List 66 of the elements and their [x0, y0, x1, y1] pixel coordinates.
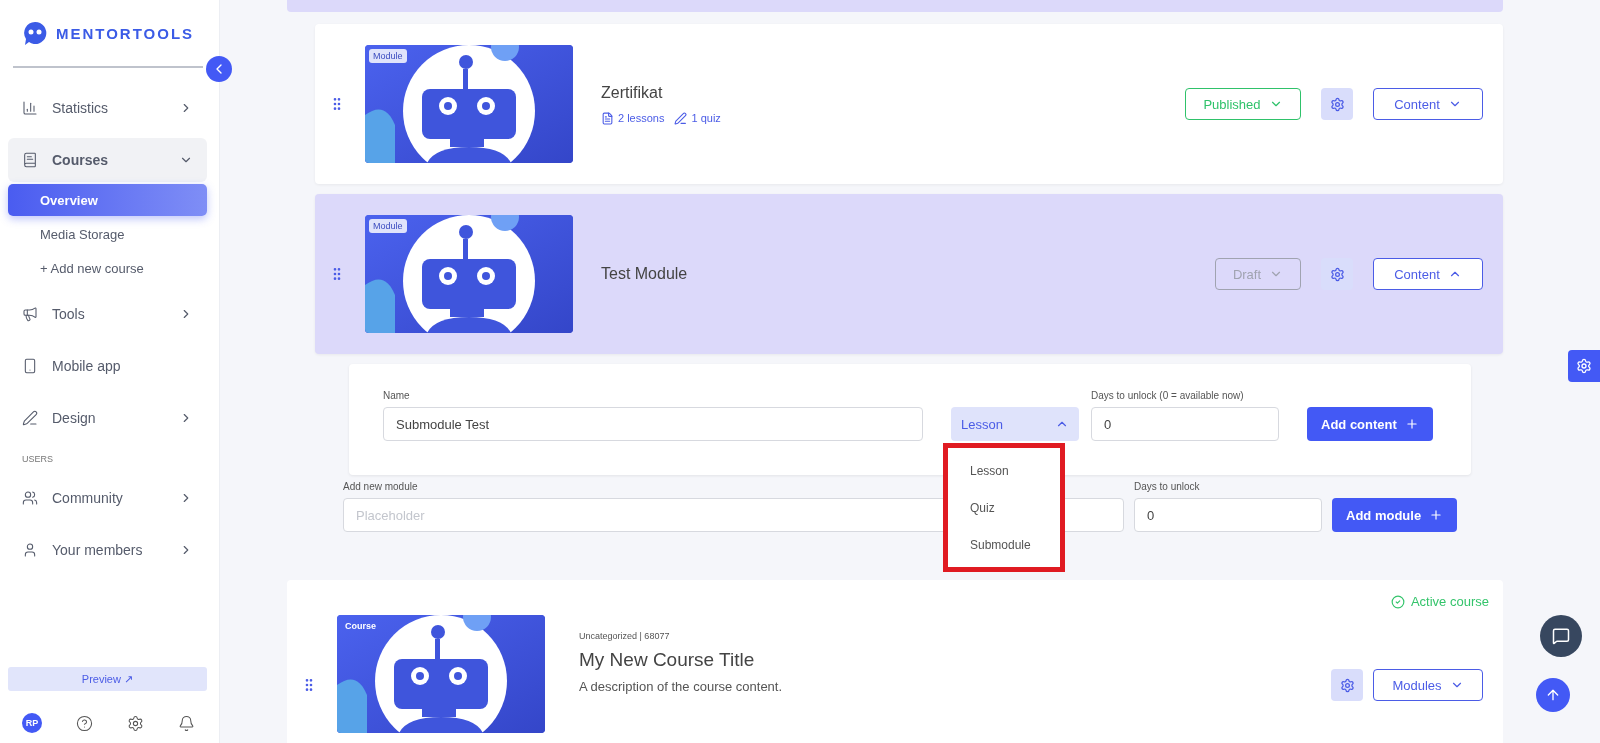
type-select[interactable]: Lesson — [951, 407, 1079, 441]
tools-icon — [22, 306, 38, 322]
user-avatar[interactable]: RP — [22, 713, 42, 733]
module-title: Test Module — [601, 265, 689, 283]
field-label: Days to unlock (0 = available now) — [1091, 390, 1245, 401]
content-dropdown[interactable]: Content — [1373, 258, 1483, 290]
content-dropdown[interactable]: Content — [1373, 88, 1483, 120]
settings-icon — [1339, 677, 1355, 693]
settings-button[interactable] — [1321, 88, 1353, 120]
nav-subitem[interactable]: Overview — [8, 184, 207, 216]
name-input-field[interactable]: Submodule Test — [383, 407, 923, 441]
days-input-field[interactable]: 0 — [1091, 407, 1279, 441]
nav-item[interactable]: Community — [8, 476, 207, 520]
logo-text: MENTORTOOLS — [55, 24, 195, 42]
nav-item[interactable]: Tools — [8, 292, 207, 336]
robot-logo-icon — [21, 20, 48, 46]
preview-button[interactable]: Preview ↗ — [8, 667, 207, 691]
pen-icon — [674, 111, 688, 125]
field-label: Days to unlock — [1134, 481, 1201, 492]
nav-item[interactable]: Your members — [8, 528, 207, 572]
settings-tab-button[interactable] — [1568, 350, 1600, 382]
modules-dropdown[interactable]: Modules — [1373, 669, 1483, 701]
document-icon — [601, 111, 614, 125]
statistics-icon — [22, 100, 38, 116]
module-title: Zertifikat — [601, 83, 664, 102]
members-icon — [22, 542, 38, 558]
days-input-field[interactable]: 0 — [1134, 498, 1322, 532]
settings-icon[interactable] — [127, 714, 144, 732]
chat-button[interactable] — [1540, 615, 1582, 657]
add-module-button[interactable]: Add module — [1332, 498, 1458, 532]
module-badge: Module — [369, 49, 407, 63]
design-icon — [22, 410, 38, 426]
chat-icon — [1552, 627, 1570, 645]
course-title: My New Course Title — [579, 649, 756, 671]
field-label: Add new module — [343, 481, 419, 492]
active-course-status: Active course — [1390, 594, 1489, 609]
settings-button[interactable] — [1331, 669, 1363, 701]
scroll-top-button[interactable] — [1536, 678, 1570, 712]
settings-icon — [1329, 96, 1345, 112]
collapse-sidebar-button[interactable] — [206, 56, 232, 82]
mobile-icon — [22, 358, 38, 374]
bell-icon[interactable] — [178, 714, 195, 732]
module-stat: 2 lessons — [601, 111, 665, 125]
add-content-button[interactable]: Add content — [1307, 407, 1433, 441]
nav-subitem[interactable]: + Add new course — [8, 252, 207, 284]
plus-icon — [1404, 417, 1419, 431]
module-stat: 1 quiz — [674, 111, 721, 125]
nav-item[interactable]: Design — [8, 396, 207, 440]
nav-item[interactable]: Courses — [8, 138, 207, 182]
section-heading: USERS — [21, 453, 54, 466]
plus-icon — [1429, 508, 1444, 522]
nav-item[interactable]: Mobile app — [8, 344, 207, 388]
check-circle-icon — [1390, 594, 1405, 609]
settings-button[interactable] — [1321, 258, 1353, 290]
course-description: A description of the course content. — [579, 679, 784, 694]
nav-subitem[interactable]: Media Storage — [8, 218, 207, 250]
courses-icon — [22, 152, 38, 168]
nav-item[interactable]: Statistics — [8, 86, 207, 130]
settings-icon — [1329, 266, 1345, 282]
course-label: Course — [344, 620, 377, 633]
course-meta: Uncategorized | 68077 — [579, 631, 671, 641]
help-icon[interactable] — [76, 714, 93, 732]
module-badge: Module — [369, 219, 407, 233]
field-label: Name — [383, 390, 411, 401]
community-icon — [22, 490, 38, 506]
settings-icon — [1576, 358, 1592, 374]
